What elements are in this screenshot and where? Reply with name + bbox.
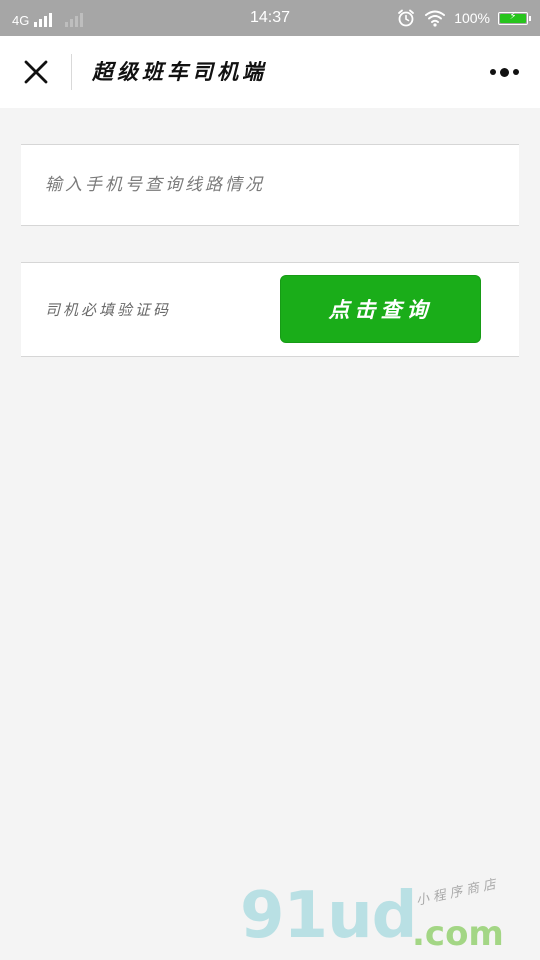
more-icon-dot [499, 67, 509, 77]
alarm-icon [398, 9, 415, 27]
battery-icon: ⚡ [498, 10, 531, 25]
close-icon [24, 60, 48, 84]
watermark-logo-text: 91ud [240, 879, 417, 953]
more-icon-dot [489, 69, 496, 75]
query-button[interactable]: 点击查询 [280, 275, 481, 343]
battery-tip [529, 15, 531, 21]
phone-card [21, 144, 519, 226]
status-bar: 4G 14:37 100% ⚡ [0, 0, 540, 36]
status-right: 100% ⚡ [396, 8, 531, 28]
more-button[interactable] [486, 60, 522, 84]
watermark-domain: .com [412, 914, 504, 954]
close-button[interactable] [18, 54, 54, 90]
wifi-icon [425, 10, 446, 27]
page-title: 超级班车司机端 [92, 59, 267, 84]
battery-percent: 100% [454, 10, 490, 26]
more-icon-dot [512, 69, 519, 75]
nav-divider [71, 54, 72, 90]
watermark-tagline: 小程序商店 [414, 876, 502, 909]
code-card: 点击查询 [21, 262, 519, 357]
nav-bar: 超级班车司机端 [0, 36, 540, 108]
charging-icon: ⚡ [509, 10, 517, 22]
verification-code-input[interactable] [21, 263, 271, 356]
phone-input[interactable] [21, 145, 519, 225]
watermark-logo: 91ud 小程序商店 .com [240, 876, 540, 960]
